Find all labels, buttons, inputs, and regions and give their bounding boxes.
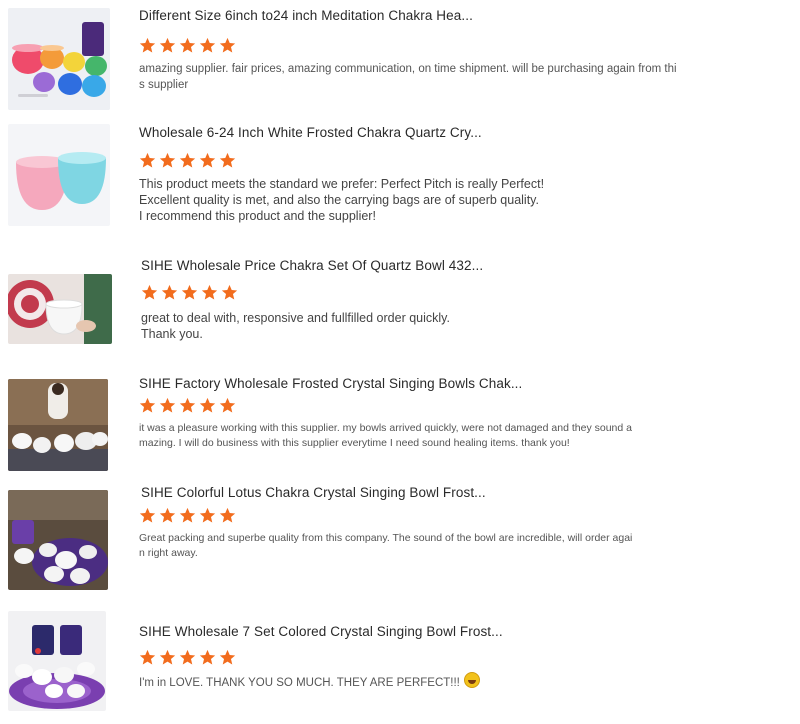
review-line: n right away. [139, 547, 198, 559]
star-icon [179, 507, 196, 523]
review-text: it was a pleasure working with this supp… [139, 421, 739, 451]
product-thumbnail[interactable] [8, 611, 106, 711]
star-rating [139, 507, 236, 524]
star-icon [219, 152, 236, 168]
star-icon [179, 37, 196, 53]
star-icon [199, 397, 216, 413]
review-line: s supplier [139, 78, 189, 91]
rainbow-bowls-image [8, 8, 110, 110]
bowl-on-mat-image [8, 274, 112, 344]
review-line: This product meets the standard we prefe… [139, 177, 545, 191]
review-line: Thank you. [141, 327, 203, 341]
star-icon [159, 649, 176, 665]
review-line: it was a pleasure working with this supp… [139, 422, 632, 434]
star-icon [199, 649, 216, 665]
review-line: I'm in LOVE. THANK YOU SO MUCH. THEY ARE… [139, 672, 739, 692]
star-rating [139, 397, 236, 414]
star-icon [139, 507, 156, 523]
star-icon [221, 284, 238, 300]
star-rating [139, 649, 236, 666]
bowl-set-mandala-image [8, 611, 106, 711]
star-icon [159, 152, 176, 168]
grinning-emoji-icon [463, 672, 480, 688]
product-title[interactable]: SIHE Colorful Lotus Chakra Crystal Singi… [141, 485, 486, 500]
star-icon [219, 397, 236, 413]
star-icon [139, 152, 156, 168]
review-text: amazing supplier. fair prices, amazing c… [139, 62, 739, 93]
review-text: I'm in LOVE. THANK YOU SO MUCH. THEY ARE… [139, 672, 739, 692]
product-title[interactable]: SIHE Factory Wholesale Frosted Crystal S… [139, 376, 522, 391]
star-icon [161, 284, 178, 300]
star-icon [179, 152, 196, 168]
product-title[interactable]: SIHE Wholesale 7 Set Colored Crystal Sin… [139, 624, 503, 639]
product-title[interactable]: Different Size 6inch to24 inch Meditatio… [139, 8, 473, 23]
product-thumbnail[interactable] [8, 379, 108, 471]
review-line: Excellent quality is met, and also the c… [139, 193, 539, 207]
star-icon [139, 649, 156, 665]
review-text: great to deal with, responsive and fullf… [141, 310, 741, 342]
star-icon [159, 397, 176, 413]
product-title[interactable]: SIHE Wholesale Price Chakra Set Of Quart… [141, 258, 483, 273]
review-line: I recommend this product and the supplie… [139, 209, 376, 223]
star-icon [181, 284, 198, 300]
star-icon [199, 507, 216, 523]
review-line: great to deal with, responsive and fullf… [141, 311, 450, 325]
star-icon [199, 152, 216, 168]
star-icon [199, 37, 216, 53]
product-title[interactable]: Wholesale 6-24 Inch White Frosted Chakra… [139, 125, 482, 140]
product-thumbnail[interactable] [8, 8, 110, 110]
pastel-bowls-image [8, 124, 110, 226]
star-rating [139, 152, 236, 169]
product-thumbnail[interactable] [8, 274, 112, 344]
star-icon [139, 37, 156, 53]
review-line: Great packing and superbe quality from t… [139, 532, 633, 544]
star-icon [179, 649, 196, 665]
product-thumbnail[interactable] [8, 490, 108, 590]
review-text: This product meets the standard we prefe… [139, 176, 739, 224]
review-text: Great packing and superbe quality from t… [139, 531, 739, 561]
star-rating [139, 37, 236, 54]
review-line: amazing supplier. fair prices, amazing c… [139, 63, 677, 75]
star-icon [219, 37, 236, 53]
lotus-bowls-image [8, 490, 108, 590]
bowls-room-image [8, 379, 108, 471]
star-icon [219, 507, 236, 523]
review-line-text: I'm in LOVE. THANK YOU SO MUCH. THEY ARE… [139, 677, 460, 689]
star-icon [141, 284, 158, 300]
review-line: mazing. I will do business with this sup… [139, 437, 570, 449]
star-icon [139, 397, 156, 413]
star-icon [159, 507, 176, 523]
star-icon [219, 649, 236, 665]
star-icon [179, 397, 196, 413]
product-thumbnail[interactable] [8, 124, 110, 226]
star-icon [201, 284, 218, 300]
star-rating [141, 284, 238, 301]
star-icon [159, 37, 176, 53]
